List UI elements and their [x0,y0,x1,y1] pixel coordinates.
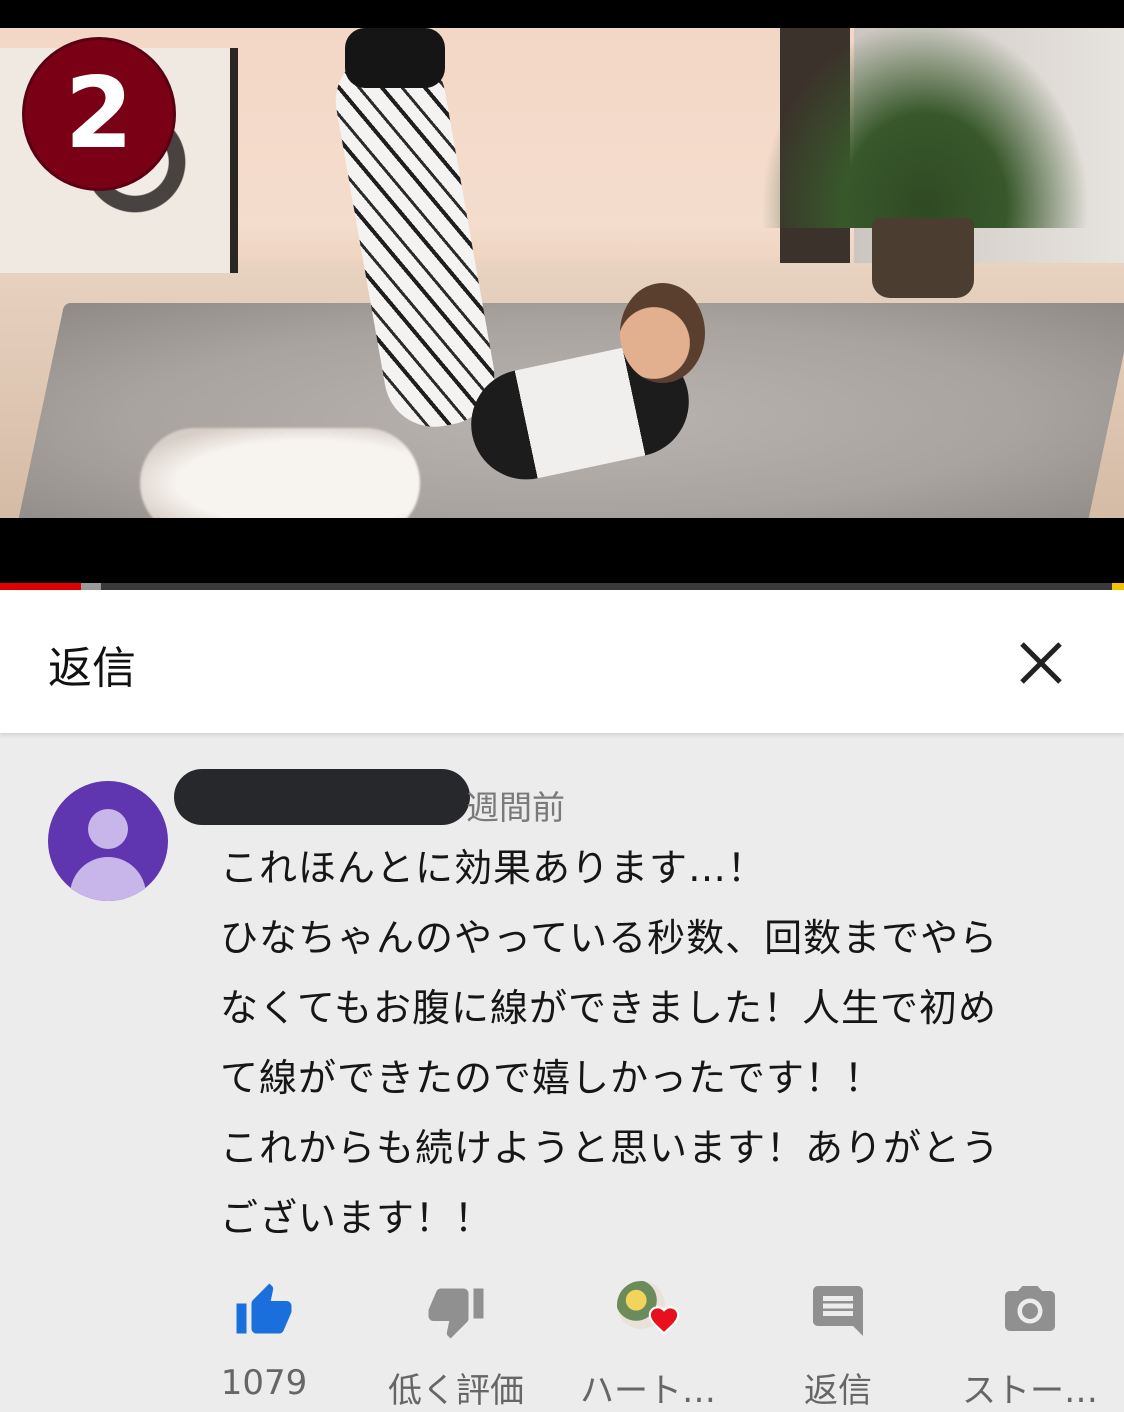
thumbs-up-icon [236,1283,292,1334]
comment-line: なくてもお腹に線ができました！人生で初め [220,986,997,1030]
comment-line: これほんとに効果あります…！ [220,846,767,890]
camera-icon [1005,1286,1055,1331]
comment-text: これほんとに効果あります…！ ひなちゃんのやっている秒数、回数までやら なくても… [220,833,1080,1253]
reply-label: 返信 [804,1371,872,1411]
scene-plant-pot [872,218,974,298]
heart-button[interactable]: ハート… [558,1281,738,1412]
close-icon [1020,642,1062,684]
story-label: ストー… [962,1371,1098,1411]
comment: 週間前 これほんとに効果あります…！ ひなちゃんのやっている秒数、回数までやら … [0,733,1124,1411]
heart-label: ハート… [580,1371,716,1411]
person-head [620,283,705,383]
creator-heart-badge [617,1281,680,1341]
close-button[interactable] [1012,634,1070,692]
video-progress-buffer [81,583,101,590]
like-button[interactable]: 1079 [174,1281,354,1403]
comment-timestamp: 週間前 [466,788,565,827]
comment-line: ひなちゃんのやっている秒数、回数までやら [220,916,999,960]
heart-icon [648,1306,680,1335]
person-shoes [345,28,445,88]
video-player[interactable]: 2 [0,0,1124,590]
scene-dog [140,428,420,518]
avatar[interactable] [48,781,168,901]
thumbs-down-icon [428,1288,484,1339]
avatar-head-shape [88,809,128,849]
video-progress-played [0,583,81,590]
replies-header: 返信 [0,590,1124,733]
comment-line: て線ができたので嬉しかったです！！ [220,1056,884,1100]
reply-button[interactable]: 返信 [748,1281,928,1412]
dislike-button[interactable]: 低く評価 [366,1281,546,1412]
replies-title: 返信 [48,643,136,694]
video-progress-marker [1112,583,1124,590]
dislike-label: 低く評価 [388,1371,524,1411]
step-number-badge: 2 [22,37,176,191]
video-progress-bar[interactable] [0,583,1124,590]
reply-comment-icon [813,1286,863,1336]
like-count: 1079 [220,1363,308,1403]
avatar-shoulders-shape [70,857,146,901]
comment-line: これからも続けようと思います！ありがとう [220,1126,1001,1170]
redacted-username [174,769,470,825]
scene-plant [760,28,1090,228]
comment-line: ございます！！ [220,1196,494,1240]
story-button[interactable]: ストー… [940,1281,1120,1412]
